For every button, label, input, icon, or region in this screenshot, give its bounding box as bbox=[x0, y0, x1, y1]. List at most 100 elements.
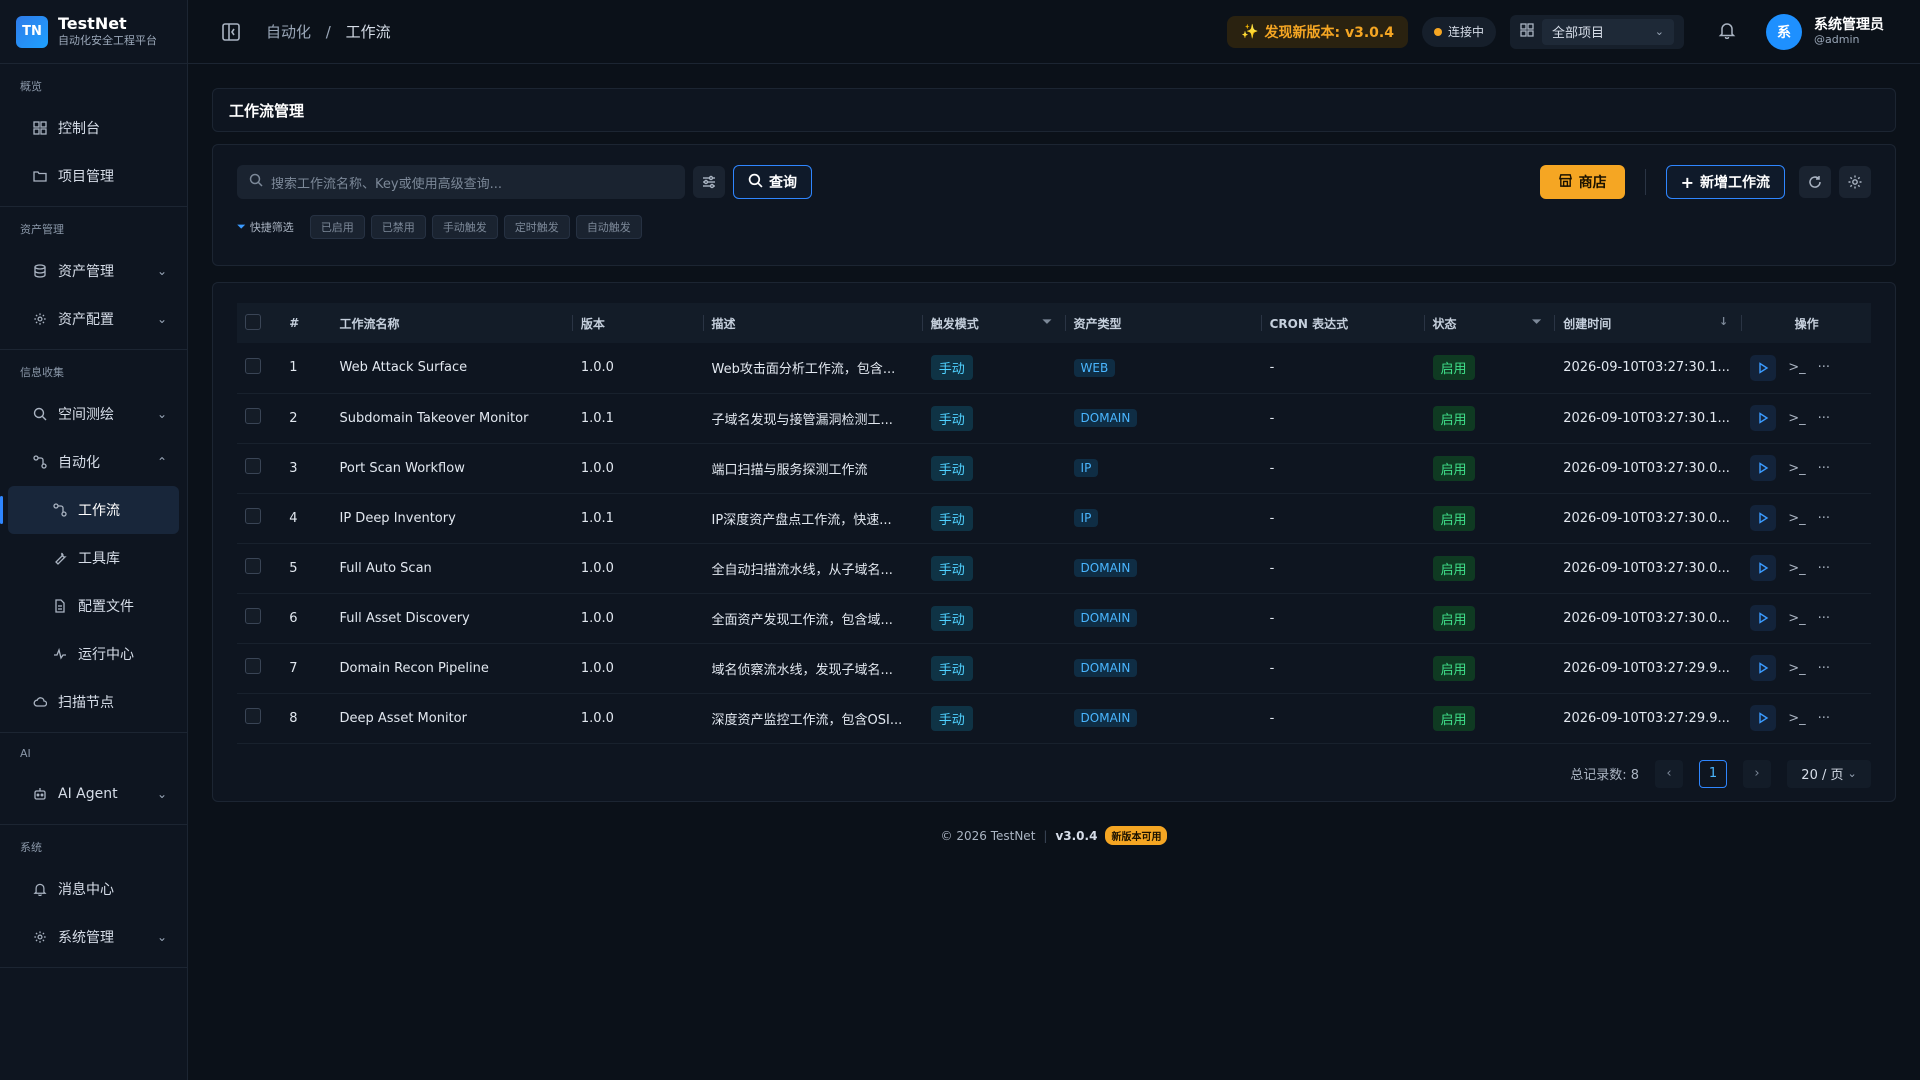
more-icon[interactable]: ··· bbox=[1818, 711, 1830, 726]
bell-icon[interactable] bbox=[1718, 21, 1736, 43]
project-selector[interactable]: 全部项目 ⌄ bbox=[1510, 14, 1684, 49]
sparkle-icon: ✨ bbox=[1241, 23, 1259, 40]
table-row[interactable]: 8 Deep Asset Monitor 1.0.0 深度资产监控工作流，包含O… bbox=[237, 693, 1871, 743]
row-checkbox[interactable] bbox=[245, 608, 261, 624]
workflow-name[interactable]: IP Deep Inventory bbox=[332, 493, 573, 543]
table-row[interactable]: 4 IP Deep Inventory 1.0.1 IP深度资产盘点工作流，快速… bbox=[237, 493, 1871, 543]
terminal-icon[interactable]: >_ bbox=[1788, 661, 1805, 676]
query-button[interactable]: 查询 bbox=[733, 165, 812, 199]
filter-icon[interactable]: ⏷ bbox=[1532, 315, 1541, 329]
row-checkbox[interactable] bbox=[245, 408, 261, 424]
run-icon[interactable] bbox=[1750, 455, 1777, 481]
table-row[interactable]: 6 Full Asset Discovery 1.0.0 全面资产发现工作流，包… bbox=[237, 593, 1871, 643]
sidebar-item[interactable]: 工作流 bbox=[0, 486, 179, 534]
project-select[interactable]: 全部项目 ⌄ bbox=[1542, 18, 1674, 45]
more-icon[interactable]: ··· bbox=[1818, 661, 1830, 676]
sidebar-item[interactable]: 消息中心 bbox=[0, 865, 187, 913]
workflow-name[interactable]: Subdomain Takeover Monitor bbox=[332, 393, 573, 443]
workflow-name[interactable]: Port Scan Workflow bbox=[332, 443, 573, 493]
filter-chip[interactable]: 已禁用 bbox=[370, 215, 426, 239]
new-version-badge[interactable]: 新版本可用 bbox=[1105, 826, 1168, 845]
workflow-name[interactable]: Web Attack Surface bbox=[332, 343, 573, 393]
run-icon[interactable] bbox=[1750, 555, 1777, 581]
filter-chip[interactable]: 自动触发 bbox=[575, 215, 642, 239]
row-checkbox[interactable] bbox=[245, 558, 261, 574]
terminal-icon[interactable]: >_ bbox=[1788, 611, 1805, 626]
terminal-icon[interactable]: >_ bbox=[1788, 561, 1805, 576]
filter-chip[interactable]: 已启用 bbox=[309, 215, 365, 239]
table-row[interactable]: 5 Full Auto Scan 1.0.0 全自动扫描流水线，从子域名... … bbox=[237, 543, 1871, 593]
trigger-badge: 手动 bbox=[930, 505, 973, 531]
row-checkbox[interactable] bbox=[245, 458, 261, 474]
user-menu[interactable]: 系 系统管理员 @admin bbox=[1766, 13, 1884, 50]
run-icon[interactable] bbox=[1750, 354, 1777, 381]
workflow-name[interactable]: Deep Asset Monitor bbox=[332, 693, 573, 743]
sidebar-item[interactable]: 系统管理 ⌄ bbox=[0, 913, 187, 961]
folder-icon bbox=[32, 168, 48, 184]
row-checkbox[interactable] bbox=[245, 658, 261, 674]
terminal-icon[interactable]: >_ bbox=[1788, 360, 1805, 375]
row-checkbox[interactable] bbox=[245, 508, 261, 524]
run-icon[interactable] bbox=[1750, 405, 1777, 431]
sidebar-item[interactable]: 扫描节点 bbox=[0, 678, 187, 726]
terminal-icon[interactable]: >_ bbox=[1788, 461, 1805, 476]
sidebar-item[interactable]: AI Agent ⌄ bbox=[0, 770, 187, 818]
sidebar-item[interactable]: 资产配置 ⌄ bbox=[0, 295, 187, 343]
status-badge: 启用 bbox=[1432, 405, 1475, 431]
update-button[interactable]: ✨ 发现新版本: v3.0.4 bbox=[1227, 15, 1408, 48]
actions-cell: >_ ··· bbox=[1742, 393, 1871, 443]
workflow-name[interactable]: Full Auto Scan bbox=[332, 543, 573, 593]
workflow-name[interactable]: Domain Recon Pipeline bbox=[332, 643, 573, 693]
table-row[interactable]: 3 Port Scan Workflow 1.0.0 端口扫描与服务探测工作流 … bbox=[237, 443, 1871, 493]
row-checkbox[interactable] bbox=[245, 357, 261, 374]
plus-icon: + bbox=[1680, 172, 1694, 192]
filter-chip[interactable]: 手动触发 bbox=[431, 215, 498, 239]
terminal-icon[interactable]: >_ bbox=[1788, 711, 1805, 726]
run-icon[interactable] bbox=[1750, 705, 1777, 731]
advanced-filter-icon[interactable] bbox=[693, 166, 725, 198]
more-icon[interactable]: ··· bbox=[1818, 360, 1830, 375]
sort-down-icon[interactable]: ↓ bbox=[1719, 315, 1728, 328]
run-icon[interactable] bbox=[1750, 505, 1777, 531]
run-icon[interactable] bbox=[1750, 655, 1777, 681]
sidebar-item[interactable]: 工具库 bbox=[0, 534, 187, 582]
more-icon[interactable]: ··· bbox=[1818, 511, 1830, 526]
table-row[interactable]: 1 Web Attack Surface 1.0.0 Web攻击面分析工作流，包… bbox=[237, 343, 1871, 393]
more-icon[interactable]: ··· bbox=[1818, 411, 1830, 426]
filter-icon[interactable]: ⏷ bbox=[1043, 315, 1052, 329]
sidebar-toggle-icon[interactable] bbox=[220, 21, 242, 43]
next-page-icon[interactable]: › bbox=[1743, 759, 1771, 788]
terminal-icon[interactable]: >_ bbox=[1788, 411, 1805, 426]
settings-icon[interactable] bbox=[1839, 166, 1871, 198]
select-all-checkbox[interactable] bbox=[245, 313, 261, 330]
store-button[interactable]: 商店 bbox=[1539, 165, 1625, 199]
search-input[interactable]: 搜索工作流名称、Key或使用高级查询... bbox=[237, 165, 685, 199]
col-description-label: 描述 bbox=[711, 316, 736, 331]
row-checkbox[interactable] bbox=[245, 708, 261, 724]
col-trigger: 触发模式 ⏷ bbox=[923, 303, 1066, 343]
table-row[interactable]: 7 Domain Recon Pipeline 1.0.0 域名侦察流水线，发现… bbox=[237, 643, 1871, 693]
page-size-select[interactable]: 20 / 页 ⌄ bbox=[1787, 759, 1871, 788]
more-icon[interactable]: ··· bbox=[1818, 561, 1830, 576]
workflow-name[interactable]: Full Asset Discovery bbox=[332, 593, 573, 643]
more-icon[interactable]: ··· bbox=[1818, 461, 1830, 476]
sidebar-item[interactable]: 配置文件 bbox=[0, 582, 187, 630]
page-number[interactable]: 1 bbox=[1699, 759, 1727, 788]
nav-section: 系统 消息中心 系统管理 ⌄ bbox=[0, 825, 187, 968]
sidebar-item[interactable]: 自动化 ⌃ bbox=[0, 438, 187, 486]
refresh-icon[interactable] bbox=[1799, 166, 1831, 198]
filter-chip[interactable]: 定时触发 bbox=[503, 215, 570, 239]
table-row[interactable]: 2 Subdomain Takeover Monitor 1.0.1 子域名发现… bbox=[237, 393, 1871, 443]
sidebar-item[interactable]: 运行中心 bbox=[0, 630, 187, 678]
terminal-icon[interactable]: >_ bbox=[1788, 511, 1805, 526]
sidebar-item[interactable]: 项目管理 bbox=[0, 152, 187, 200]
add-workflow-button[interactable]: + 新增工作流 bbox=[1665, 165, 1785, 199]
sidebar-item[interactable]: 控制台 bbox=[0, 104, 187, 152]
more-icon[interactable]: ··· bbox=[1818, 611, 1830, 626]
breadcrumb-item[interactable]: 自动化 bbox=[266, 23, 311, 41]
workflow-description: 端口扫描与服务探测工作流 bbox=[711, 462, 868, 478]
sidebar-item[interactable]: 空间测绘 ⌄ bbox=[0, 390, 187, 438]
sidebar-item[interactable]: 资产管理 ⌄ bbox=[0, 247, 187, 295]
prev-page-icon[interactable]: ‹ bbox=[1655, 759, 1683, 788]
run-icon[interactable] bbox=[1750, 605, 1777, 631]
